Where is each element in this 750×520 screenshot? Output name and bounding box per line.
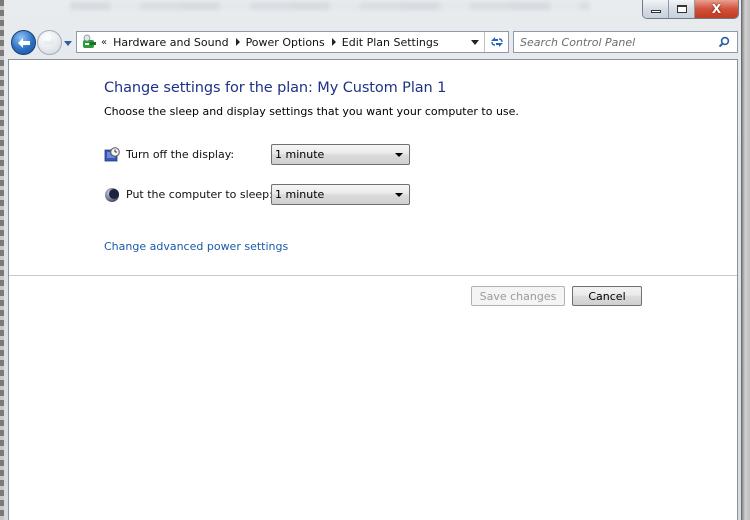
refresh-button[interactable] [484, 32, 508, 52]
close-button[interactable]: X [695, 0, 738, 18]
arrow-left-icon [17, 37, 30, 48]
control-panel-icon [80, 33, 98, 51]
search-box [513, 31, 738, 53]
window-shadow [742, 0, 750, 520]
sleep-timeout-select[interactable]: 1 minute [271, 184, 410, 205]
setting-row-sleep: Put the computer to sleep: 1 minute [104, 184, 424, 206]
maximize-icon [676, 5, 687, 13]
cancel-button[interactable]: Cancel [572, 286, 642, 306]
setting-row-display: Turn off the display: 1 minute [104, 144, 424, 166]
save-changes-button[interactable]: Save changes [471, 286, 565, 306]
address-bar[interactable]: « Hardware and Sound Power Options Edit … [76, 31, 509, 53]
display-timeout-select[interactable]: 1 minute [271, 144, 410, 165]
address-history-button[interactable] [468, 32, 482, 52]
minimize-icon [650, 10, 661, 13]
display-timeout-label: Turn off the display: [126, 148, 235, 161]
window-edge [0, 0, 4, 520]
title-bar-background [70, 2, 590, 10]
caption-buttons: X [642, 0, 739, 19]
chevron-down-icon [395, 192, 403, 197]
sleep-timeout-label: Put the computer to sleep: [126, 188, 273, 201]
search-icon[interactable] [715, 33, 733, 51]
breadcrumb-separator-icon[interactable] [331, 38, 336, 46]
advanced-power-settings-link[interactable]: Change advanced power settings [104, 240, 288, 253]
chevron-down-icon [64, 40, 72, 46]
page-subtitle: Choose the sleep and display settings th… [104, 105, 519, 118]
back-button[interactable] [11, 30, 36, 55]
breadcrumb-item-hardware-and-sound[interactable]: Hardware and Sound [113, 36, 228, 49]
chevron-down-icon [471, 39, 479, 45]
sleep-timeout-value: 1 minute [275, 188, 325, 201]
chevron-down-icon [395, 152, 403, 157]
refresh-icon [490, 37, 503, 47]
display-clock-icon [104, 147, 120, 163]
breadcrumb-separator-icon[interactable] [235, 38, 240, 46]
search-input[interactable] [520, 35, 715, 49]
breadcrumb-item-edit-plan-settings[interactable]: Edit Plan Settings [342, 36, 439, 49]
minimize-button[interactable] [643, 0, 669, 18]
display-timeout-value: 1 minute [275, 148, 325, 161]
sleep-moon-icon [104, 187, 120, 203]
recent-pages-button[interactable] [63, 38, 73, 48]
maximize-button[interactable] [669, 0, 695, 18]
breadcrumb-overflow-button[interactable]: « [101, 37, 107, 48]
navigation-bar: « Hardware and Sound Power Options Edit … [10, 29, 738, 55]
page-title: Change settings for the plan: My Custom … [104, 80, 447, 96]
divider [9, 275, 737, 276]
forward-button[interactable] [37, 30, 62, 55]
breadcrumb-item-power-options[interactable]: Power Options [246, 36, 325, 49]
close-icon: X [711, 2, 722, 16]
content-pane: Change settings for the plan: My Custom … [8, 59, 738, 520]
arrow-right-icon [43, 37, 56, 48]
